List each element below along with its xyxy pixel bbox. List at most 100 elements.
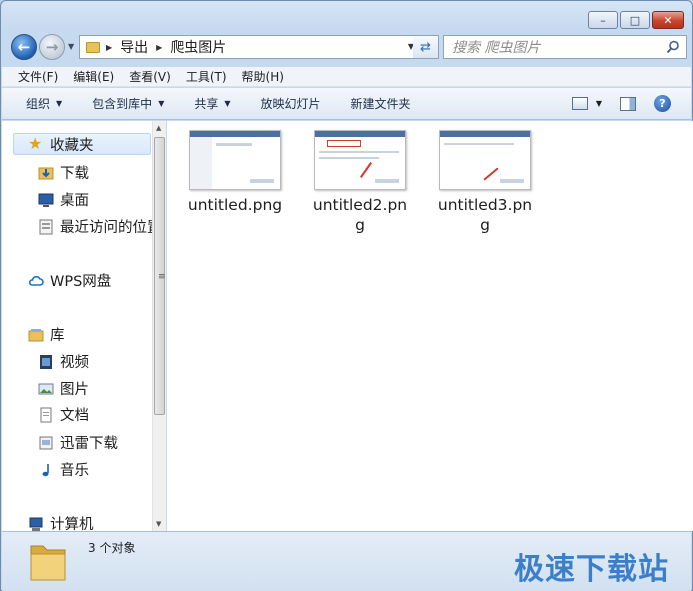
breadcrumb-spider-images[interactable]: 爬虫图片 [170, 37, 226, 57]
menu-help[interactable]: 帮助(H) [242, 68, 284, 85]
change-view-button[interactable]: ▼ [571, 97, 602, 110]
nav-wps-label: WPS网盘 [50, 274, 112, 290]
item-count: 3 个对象 [88, 541, 136, 555]
menu-edit[interactable]: 编辑(E) [73, 68, 114, 85]
chevron-down-icon: ▼ [224, 99, 231, 108]
recent-pages-dropdown[interactable]: ▼ [68, 42, 74, 51]
explorer-window: – □ ✕ ← → ▼ ▶ 导出 ▶ 爬虫图片 ▼ ⇄ 搜索 爬虫图片 文件(F… [0, 0, 693, 591]
nav-pictures[interactable]: 图片 [38, 378, 89, 399]
breadcrumb-export[interactable]: 导出 [120, 37, 148, 57]
cloud-icon [28, 275, 44, 286]
file-item[interactable]: untitled2.png [308, 130, 412, 235]
navigation-row: ← → ▼ ▶ 导出 ▶ 爬虫图片 ▼ ⇄ 搜索 爬虫图片 [9, 33, 687, 61]
music-icon [42, 463, 49, 476]
nav-favorites[interactable]: ★ 收藏夹 [13, 133, 151, 155]
file-name: untitled.png [187, 196, 283, 214]
chevron-down-icon: ▼ [158, 99, 165, 108]
nav-videos-label: 视频 [60, 355, 89, 371]
nav-pane-scrollbar[interactable]: ▲ ≡ ▼ [152, 121, 166, 531]
scroll-thumb[interactable]: ≡ [154, 137, 166, 415]
star-icon: ★ [28, 134, 43, 153]
file-name: untitled3.png [437, 196, 533, 234]
share-button[interactable]: 共享 ▼ [194, 95, 230, 112]
file-item[interactable]: untitled.png [183, 130, 287, 215]
search-input[interactable]: 搜索 爬虫图片 [452, 37, 540, 57]
chevron-down-icon: ▼ [595, 99, 602, 108]
include-in-library-button[interactable]: 包含到库中 ▼ [92, 95, 164, 112]
nav-desktop[interactable]: 桌面 [38, 189, 89, 210]
organize-label: 组织 [26, 97, 51, 111]
nav-music-label: 音乐 [60, 463, 89, 479]
scroll-down-icon[interactable]: ▼ [156, 520, 161, 528]
computer-icon [29, 517, 43, 531]
download-folder-icon [39, 436, 53, 449]
command-bar: 组织 ▼ 包含到库中 ▼ 共享 ▼ 放映幻灯片 新建文件夹 ▼ ? [2, 88, 691, 120]
document-icon [40, 407, 52, 422]
menu-file[interactable]: 文件(F) [18, 68, 58, 85]
forward-button[interactable]: → [39, 34, 65, 60]
chevron-down-icon: ▼ [56, 99, 63, 108]
nav-wps-cloud[interactable]: WPS网盘 [28, 270, 111, 291]
nav-favorites-label: 收藏夹 [50, 137, 94, 154]
menu-tools[interactable]: 工具(T) [186, 68, 227, 85]
minimize-button[interactable]: – [588, 11, 618, 29]
nav-recent-places[interactable]: 最近访问的位置 [38, 216, 152, 237]
download-folder-icon [38, 167, 54, 179]
back-button[interactable]: ← [11, 34, 37, 60]
scroll-up-icon[interactable]: ▲ [156, 124, 161, 132]
nav-pictures-label: 图片 [60, 382, 89, 398]
menu-bar: 文件(F) 编辑(E) 查看(V) 工具(T) 帮助(H) [2, 67, 691, 87]
nav-thunder-label: 迅雷下载 [60, 436, 118, 452]
navigation-pane: ★ 收藏夹 下载 桌面 最近访问的位置 WPS网盘 库 视频 图片 文档 迅雷下… [2, 121, 152, 531]
nav-libraries[interactable]: 库 [28, 324, 65, 345]
picture-icon [38, 383, 54, 394]
maximize-button[interactable]: □ [620, 11, 650, 29]
menu-view[interactable]: 查看(V) [129, 68, 171, 85]
nav-computer-label: 计算机 [50, 517, 94, 531]
nav-music[interactable]: 音乐 [38, 459, 89, 480]
arrow-right-icon: → [45, 38, 59, 56]
nav-downloads-label: 下载 [60, 166, 89, 182]
view-icon [571, 97, 588, 110]
nav-desktop-label: 桌面 [60, 193, 89, 209]
search-box[interactable]: 搜索 爬虫图片 [443, 35, 687, 59]
include-library-label: 包含到库中 [92, 97, 153, 111]
nav-computer[interactable]: 计算机 [28, 513, 94, 531]
view-controls: ▼ ? [571, 95, 671, 112]
share-label: 共享 [194, 97, 219, 111]
search-icon[interactable] [666, 40, 680, 54]
chevron-right-icon[interactable]: ▶ [106, 43, 112, 52]
file-list[interactable]: untitled.png untitled2.png untitled3.png [167, 121, 693, 531]
arrow-left-icon: ← [17, 38, 31, 56]
nav-libraries-label: 库 [50, 328, 65, 344]
recent-places-icon [39, 219, 53, 234]
nav-thunder-downloads[interactable]: 迅雷下载 [38, 432, 118, 453]
nav-documents[interactable]: 文档 [38, 404, 89, 425]
file-item[interactable]: untitled3.png [433, 130, 537, 235]
chevron-right-icon[interactable]: ▶ [156, 43, 162, 52]
video-icon [40, 354, 52, 369]
folder-icon [30, 545, 66, 581]
desktop-icon [38, 193, 54, 207]
slideshow-button[interactable]: 放映幻灯片 [261, 95, 321, 112]
new-folder-button[interactable]: 新建文件夹 [351, 95, 411, 112]
caption-buttons: – □ ✕ [588, 11, 684, 29]
refresh-icon: ⇄ [420, 39, 431, 55]
image-thumbnail [439, 130, 531, 190]
refresh-button[interactable]: ⇄ [413, 35, 439, 59]
nav-documents-label: 文档 [60, 408, 89, 424]
nav-videos[interactable]: 视频 [38, 351, 89, 372]
image-thumbnail [189, 130, 281, 190]
site-watermark: 极速下载站 [514, 552, 669, 587]
library-icon [28, 328, 44, 341]
organize-button[interactable]: 组织 ▼ [26, 95, 62, 112]
address-bar[interactable]: ▶ 导出 ▶ 爬虫图片 ▼ [79, 35, 421, 59]
details-pane: 3 个对象 极速下载站 [2, 531, 691, 591]
folder-icon [86, 41, 100, 53]
grip-icon: ≡ [158, 272, 166, 282]
file-name: untitled2.png [312, 196, 408, 234]
nav-downloads[interactable]: 下载 [38, 162, 89, 183]
help-icon[interactable]: ? [654, 95, 671, 112]
close-button[interactable]: ✕ [652, 11, 684, 29]
preview-pane-button[interactable] [620, 96, 636, 111]
